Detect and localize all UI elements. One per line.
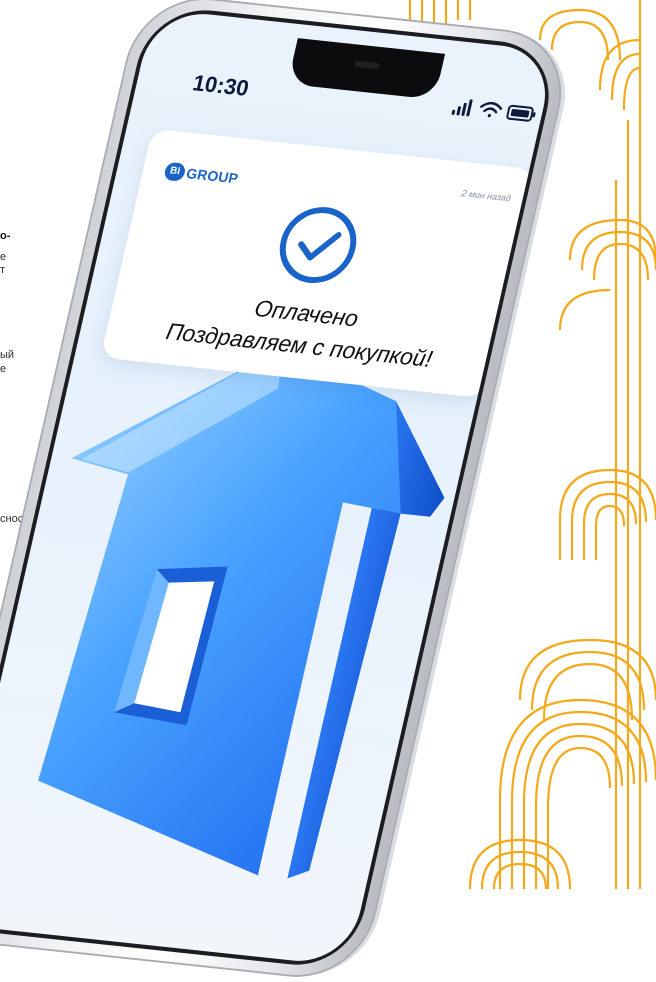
brand-logo: BI GROUP [163,161,241,189]
phone-notch [287,38,446,100]
check-circle-icon [279,207,357,284]
notification-timestamp: 2 мин назад [460,188,512,204]
brand-name: GROUP [184,165,240,187]
battery-icon [506,104,536,122]
cellular-signal-icon [451,99,473,117]
notification-card[interactable]: BI GROUP 2 мин назад Оплачено Поздравляе… [100,128,536,399]
status-time: 10:30 [190,70,252,101]
phone-screen: 10:30 BI GROUP 2 мин назад Оплачено Позд… [0,8,557,967]
status-icons [451,99,536,122]
brand-mark: BI [163,161,187,182]
phone-mockup: 10:30 BI GROUP 2 мин назад Оплачено Позд… [0,0,656,982]
phone-body: 10:30 BI GROUP 2 мин назад Оплачено Позд… [0,0,574,982]
wifi-icon [480,101,503,118]
